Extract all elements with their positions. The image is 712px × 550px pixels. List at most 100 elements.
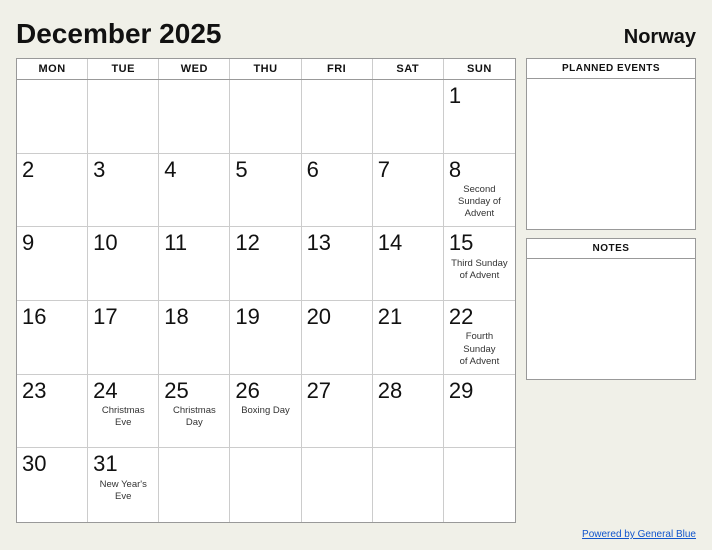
cal-cell-9: 9: [17, 227, 88, 301]
month-title: December 2025: [16, 18, 221, 50]
cal-cell-empty: [88, 80, 159, 154]
cal-cell-12: 12: [230, 227, 301, 301]
date-number: 9: [22, 231, 82, 255]
date-number: 24: [93, 379, 153, 403]
day-header-fri: FRI: [302, 59, 373, 79]
day-header-mon: MON: [17, 59, 88, 79]
cal-cell-29: 29: [444, 375, 515, 449]
event-label: New Year'sEve: [93, 479, 153, 504]
event-label: Christmas Day: [164, 405, 224, 430]
day-header-tue: TUE: [88, 59, 159, 79]
cal-cell-11: 11: [159, 227, 230, 301]
cal-cell-empty: [17, 80, 88, 154]
cal-cell-28: 28: [373, 375, 444, 449]
cal-cell-23: 23: [17, 375, 88, 449]
date-number: 4: [164, 158, 224, 182]
date-number: 28: [378, 379, 438, 403]
date-number: 22: [449, 305, 510, 329]
event-label: Third Sundayof Advent: [449, 258, 510, 283]
calendar-grid: 1 2 3 4 5 6 7: [17, 80, 515, 522]
cal-cell-16: 16: [17, 301, 88, 375]
cal-cell-8: 8 SecondSunday ofAdvent: [444, 154, 515, 228]
date-number: 26: [235, 379, 295, 403]
cal-cell-26: 26 Boxing Day: [230, 375, 301, 449]
cal-cell-10: 10: [88, 227, 159, 301]
date-number: 27: [307, 379, 367, 403]
main-content: MON TUE WED THU FRI SAT SUN 1: [16, 58, 696, 523]
day-header-sat: SAT: [373, 59, 444, 79]
cal-cell-empty: [444, 448, 515, 522]
cal-cell-3: 3: [88, 154, 159, 228]
cal-cell-18: 18: [159, 301, 230, 375]
cal-cell-20: 20: [302, 301, 373, 375]
cal-cell-5: 5: [230, 154, 301, 228]
notes-box: NOTES: [526, 238, 696, 380]
planned-events-box: PLANNED EVENTS: [526, 58, 696, 230]
date-number: 18: [164, 305, 224, 329]
date-number: 20: [307, 305, 367, 329]
footer: Powered by General Blue: [16, 529, 696, 540]
cal-cell-4: 4: [159, 154, 230, 228]
date-number: 19: [235, 305, 295, 329]
header: December 2025 Norway: [16, 18, 696, 50]
date-number: 17: [93, 305, 153, 329]
cal-cell-13: 13: [302, 227, 373, 301]
date-number: 2: [22, 158, 82, 182]
date-number: 16: [22, 305, 82, 329]
cal-cell-empty: [302, 80, 373, 154]
right-section: PLANNED EVENTS NOTES: [526, 58, 696, 523]
cal-cell-14: 14: [373, 227, 444, 301]
date-number: 31: [93, 452, 153, 476]
cal-cell-6: 6: [302, 154, 373, 228]
planned-events-header: PLANNED EVENTS: [527, 59, 695, 79]
cal-cell-empty: [230, 448, 301, 522]
cal-cell-2: 2: [17, 154, 88, 228]
notes-header: NOTES: [527, 239, 695, 259]
date-number: 3: [93, 158, 153, 182]
day-header-thu: THU: [230, 59, 301, 79]
footer-link[interactable]: Powered by General Blue: [582, 529, 696, 540]
cal-cell-empty: [373, 448, 444, 522]
cal-cell-17: 17: [88, 301, 159, 375]
cal-cell-31: 31 New Year'sEve: [88, 448, 159, 522]
cal-cell-15: 15 Third Sundayof Advent: [444, 227, 515, 301]
date-number: 12: [235, 231, 295, 255]
date-number: 5: [235, 158, 295, 182]
date-number: 14: [378, 231, 438, 255]
cal-cell-empty: [230, 80, 301, 154]
date-number: 15: [449, 231, 510, 255]
cal-cell-empty: [159, 448, 230, 522]
date-number: 13: [307, 231, 367, 255]
cal-cell-30: 30: [17, 448, 88, 522]
date-number: 30: [22, 452, 82, 476]
cal-cell-empty: [159, 80, 230, 154]
planned-events-content: [527, 79, 695, 229]
notes-content: [527, 259, 695, 379]
cal-cell-empty: [302, 448, 373, 522]
calendar-section: MON TUE WED THU FRI SAT SUN 1: [16, 58, 516, 523]
date-number: 1: [449, 84, 510, 108]
date-number: 8: [449, 158, 510, 182]
cal-cell-27: 27: [302, 375, 373, 449]
event-label: Boxing Day: [235, 405, 295, 417]
cal-cell-21: 21: [373, 301, 444, 375]
calendar-page: December 2025 Norway MON TUE WED THU FRI…: [0, 0, 712, 550]
event-label: Christmas Eve: [93, 405, 153, 430]
day-headers: MON TUE WED THU FRI SAT SUN: [17, 59, 515, 80]
date-number: 29: [449, 379, 510, 403]
event-label: Fourth Sundayof Advent: [449, 331, 510, 368]
cal-cell-empty: [373, 80, 444, 154]
date-number: 7: [378, 158, 438, 182]
cal-cell-7: 7: [373, 154, 444, 228]
cal-cell-19: 19: [230, 301, 301, 375]
date-number: 21: [378, 305, 438, 329]
cal-cell-22: 22 Fourth Sundayof Advent: [444, 301, 515, 375]
day-header-wed: WED: [159, 59, 230, 79]
country-title: Norway: [624, 26, 696, 49]
cal-cell-1: 1: [444, 80, 515, 154]
date-number: 11: [164, 231, 224, 255]
date-number: 25: [164, 379, 224, 403]
event-label: SecondSunday ofAdvent: [449, 184, 510, 221]
date-number: 6: [307, 158, 367, 182]
date-number: 23: [22, 379, 82, 403]
